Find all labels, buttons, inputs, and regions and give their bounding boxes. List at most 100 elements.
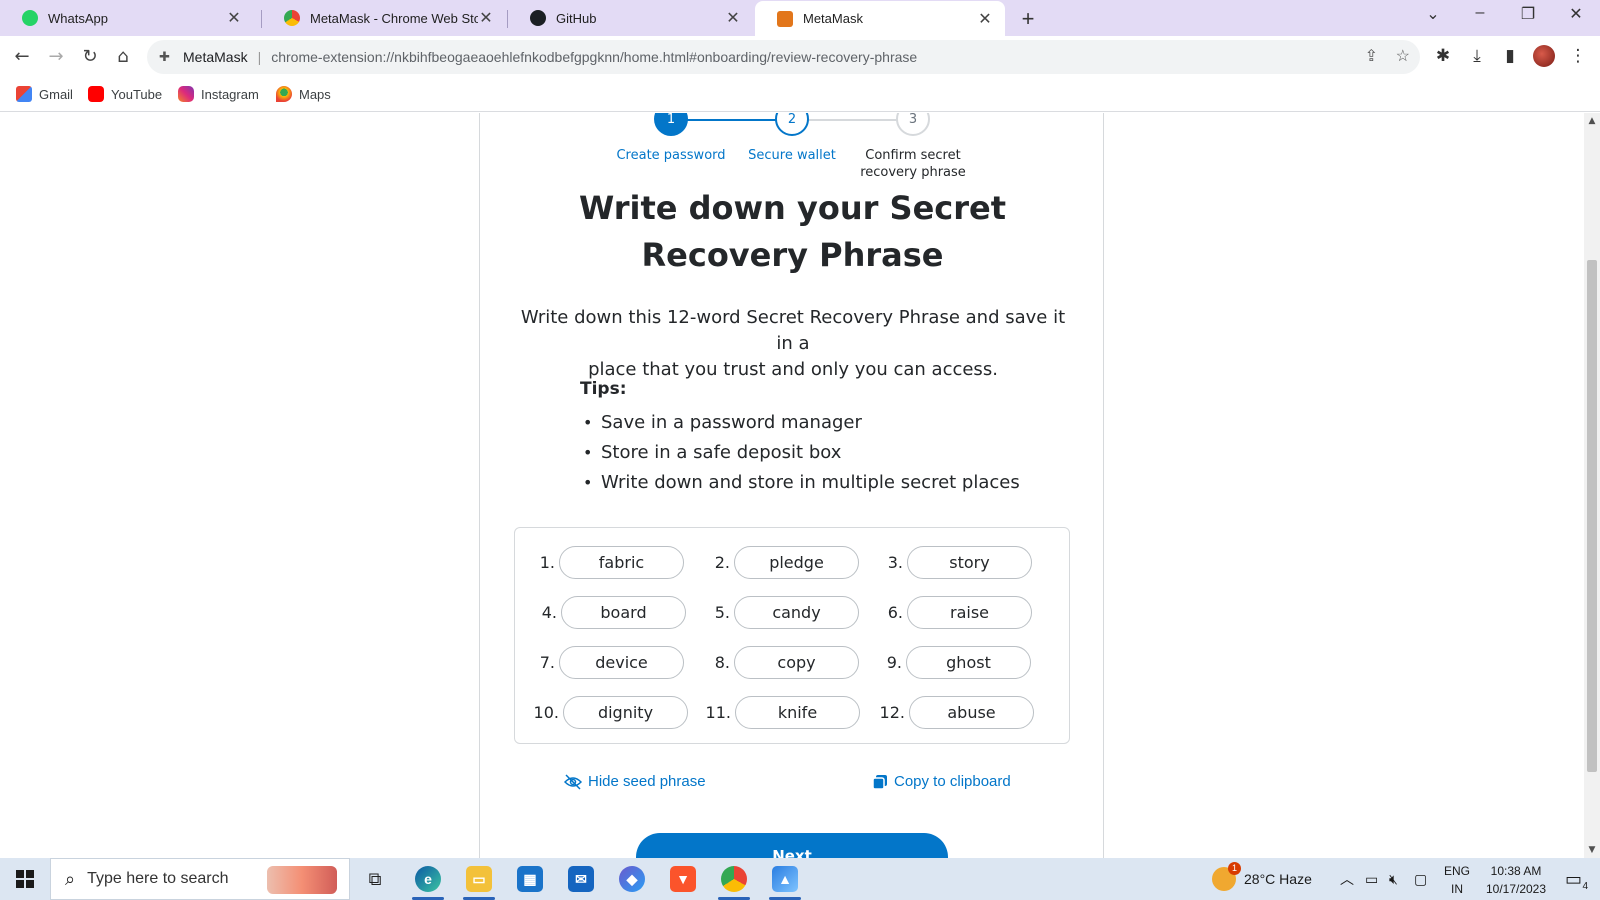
tab-title: GitHub xyxy=(556,10,597,26)
weather-haze-icon: 1 xyxy=(1212,862,1241,891)
hide-seed-phrase-label: Hide seed phrase xyxy=(588,773,706,790)
tab-title: WhatsApp xyxy=(48,10,108,26)
language-indicator[interactable]: ENG IN xyxy=(1442,862,1472,898)
scroll-thumb[interactable] xyxy=(1587,260,1597,772)
phrase-word-8: 8. copy xyxy=(702,646,859,679)
tab-title: MetaMask - Chrome Web Store xyxy=(310,10,478,26)
network-icon[interactable]: ▢ xyxy=(1414,858,1427,900)
windows-start-icon[interactable] xyxy=(16,870,34,888)
file-explorer-icon[interactable]: ▭ xyxy=(459,864,499,900)
word-chip: board xyxy=(561,596,686,629)
address-bar[interactable]: ✚ MetaMask | chrome-extension://nkbihfbe… xyxy=(147,40,1420,74)
volume-muted-icon[interactable]: 🔇︎ xyxy=(1389,858,1398,900)
word-chip: knife xyxy=(735,696,860,729)
close-window-button[interactable]: ✕ xyxy=(1556,4,1596,24)
word-number: 10. xyxy=(533,703,559,722)
tip-item: Write down and store in multiple secret … xyxy=(580,468,1020,498)
mail-icon[interactable]: ✉ xyxy=(561,864,601,894)
bookmark-maps[interactable]: Maps xyxy=(276,86,331,102)
scroll-down-arrow-icon[interactable]: ▼ xyxy=(1584,845,1600,855)
page-title-line1: Write down your Secret xyxy=(578,189,1007,227)
phrase-word-1: 1. fabric xyxy=(527,546,684,579)
battery-icon[interactable]: ▭ xyxy=(1365,858,1378,900)
side-panel-icon[interactable]: ▮ xyxy=(1498,46,1522,66)
brave-browser-icon[interactable]: ▼ xyxy=(663,864,703,894)
copy-to-clipboard-button[interactable]: Copy to clipboard xyxy=(872,773,1011,790)
phrase-word-2: 2. pledge xyxy=(702,546,859,579)
reload-button[interactable]: ↻ xyxy=(78,46,102,67)
new-tab-button[interactable]: + xyxy=(1016,6,1040,32)
step-3-label-line2: recovery phrase xyxy=(860,165,966,180)
step-3-label-line1: Confirm secret xyxy=(865,148,961,163)
hide-seed-phrase-button[interactable]: Hide seed phrase xyxy=(564,773,706,790)
next-button[interactable]: Next xyxy=(636,833,948,858)
page-scrollbar[interactable]: ▲ ▼ xyxy=(1584,113,1600,858)
tab-search-chevron-icon[interactable]: ⌄ xyxy=(1413,4,1453,24)
word-number: 7. xyxy=(539,653,555,672)
show-hidden-icons-chevron-icon[interactable]: ︿ xyxy=(1340,858,1354,900)
word-number: 5. xyxy=(714,603,730,622)
task-view-icon[interactable]: ⧉ xyxy=(355,864,395,894)
step-2-label: Secure wallet xyxy=(748,148,836,163)
step-1-circle: 1 xyxy=(654,113,688,136)
tab-title: MetaMask xyxy=(803,11,863,26)
word-number: 1. xyxy=(539,553,555,572)
tab-whatsapp[interactable]: WhatsApp ✕ xyxy=(0,0,254,36)
tab-metamask[interactable]: MetaMask ✕ xyxy=(755,1,1005,36)
menu-kebab-icon[interactable]: ⋮ xyxy=(1566,46,1590,66)
close-icon[interactable]: ✕ xyxy=(478,8,494,28)
close-icon[interactable]: ✕ xyxy=(725,8,741,28)
step-3-circle: 3 xyxy=(896,113,930,136)
phrase-word-9: 9. ghost xyxy=(874,646,1031,679)
profile-avatar[interactable] xyxy=(1533,45,1555,67)
phrase-word-7: 7. device xyxy=(527,646,684,679)
word-number: 11. xyxy=(705,703,731,722)
whatsapp-icon xyxy=(22,10,38,26)
close-icon[interactable]: ✕ xyxy=(226,8,242,28)
search-placeholder: Type here to search xyxy=(87,870,229,887)
home-button[interactable]: ⌂ xyxy=(111,46,135,67)
page-title-line2: Recovery Phrase xyxy=(641,236,944,274)
forward-button[interactable]: → xyxy=(44,46,68,67)
bookmarks-bar: Gmail YouTube Instagram Maps xyxy=(0,78,1600,112)
scroll-up-arrow-icon[interactable]: ▲ xyxy=(1584,116,1600,126)
download-icon[interactable]: ⤓ xyxy=(1465,46,1489,66)
tab-github[interactable]: GitHub ✕ xyxy=(508,0,753,36)
bookmark-youtube[interactable]: YouTube xyxy=(88,86,162,102)
url-text: chrome-extension://nkbihfbeogaeaoehlefnk… xyxy=(271,49,918,65)
share-icon[interactable]: ⇪ xyxy=(1365,46,1378,66)
notification-center-icon[interactable]: ▭ 4 xyxy=(1565,858,1588,900)
weather-badge: 1 xyxy=(1228,862,1241,875)
tab-metamask-web-store[interactable]: MetaMask - Chrome Web Store ✕ xyxy=(262,0,506,36)
page-viewport: 1 2 3 Create password Secure wallet Conf… xyxy=(0,113,1584,858)
word-number: 6. xyxy=(887,603,903,622)
bookmark-instagram[interactable]: Instagram xyxy=(178,86,259,102)
taskbar-search-box[interactable]: ⌕ Type here to search xyxy=(50,858,350,900)
microsoft-store-icon[interactable]: ▦ xyxy=(510,864,550,894)
copilot-icon[interactable]: ◆ xyxy=(612,864,652,894)
github-icon xyxy=(530,10,546,26)
recovery-phrase-grid: 1. fabric 2. pledge 3. story 4. board 5.… xyxy=(514,527,1070,744)
clock[interactable]: 10:38 AM 10/17/2023 xyxy=(1476,862,1556,898)
weather-widget[interactable]: 1 28°C Haze xyxy=(1212,858,1312,900)
extensions-puzzle-icon[interactable]: ✱ xyxy=(1431,46,1455,66)
word-chip: candy xyxy=(734,596,859,629)
clock-date: 10/17/2023 xyxy=(1485,882,1547,896)
bookmark-star-icon[interactable]: ☆ xyxy=(1396,46,1410,66)
minimize-button[interactable]: – xyxy=(1460,4,1500,22)
bookmark-label: Instagram xyxy=(201,86,259,102)
word-number: 12. xyxy=(879,703,905,722)
chrome-browser-icon[interactable] xyxy=(714,864,754,900)
photos-app-icon[interactable]: ▲ xyxy=(765,864,805,900)
divider: | xyxy=(257,49,262,65)
restore-button[interactable]: ❐ xyxy=(1508,4,1548,24)
youtube-icon xyxy=(88,86,104,102)
search-highlight-illustration-icon xyxy=(267,866,337,894)
close-icon[interactable]: ✕ xyxy=(977,9,993,29)
edge-browser-icon[interactable]: e xyxy=(408,864,448,900)
phrase-word-5: 5. candy xyxy=(702,596,859,629)
onboarding-panel: 1 2 3 Create password Secure wallet Conf… xyxy=(479,113,1104,858)
back-button[interactable]: ← xyxy=(10,46,34,67)
word-chip: dignity xyxy=(563,696,688,729)
bookmark-gmail[interactable]: Gmail xyxy=(16,86,73,102)
